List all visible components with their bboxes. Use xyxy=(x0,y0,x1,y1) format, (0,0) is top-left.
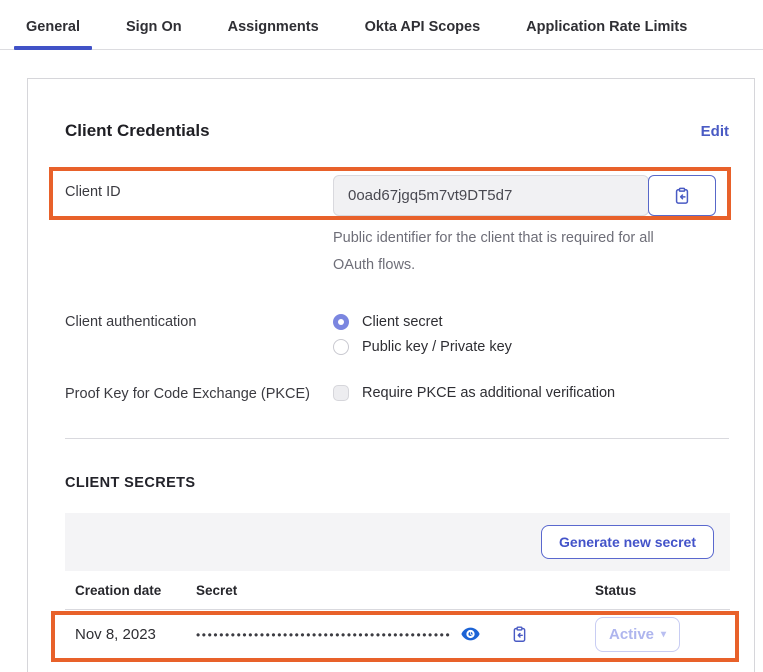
pkce-checkbox-option[interactable]: Require PKCE as additional verification xyxy=(333,385,615,402)
client-authentication-label: Client authentication xyxy=(65,313,333,355)
radio-public-private-key[interactable]: Public key / Private key xyxy=(333,339,512,355)
pkce-label: Proof Key for Code Exchange (PKCE) xyxy=(65,385,333,402)
radio-public-private-key-label: Public key / Private key xyxy=(362,339,512,355)
client-id-help-text: Public identifier for the client that is… xyxy=(333,225,683,279)
chevron-down-icon xyxy=(661,629,666,640)
reveal-secret-button[interactable] xyxy=(461,627,480,641)
edit-link[interactable]: Edit xyxy=(701,123,729,140)
section-divider xyxy=(65,438,729,439)
client-id-input-group xyxy=(333,175,716,216)
checkbox-unchecked-icon[interactable] xyxy=(333,385,349,401)
column-header-status: Status xyxy=(595,583,720,598)
tab-okta-api-scopes[interactable]: Okta API Scopes xyxy=(353,19,493,49)
client-credentials-header: Client Credentials Edit xyxy=(65,121,729,141)
column-header-creation-date: Creation date xyxy=(75,583,196,598)
client-secrets-table: Generate new secret Creation date Secret… xyxy=(65,513,730,660)
status-dropdown-button[interactable]: Active xyxy=(595,617,680,652)
masked-secret-value: ••••••••••••••••••••••••••••••••••••••••… xyxy=(196,629,451,641)
radio-unselected-icon[interactable] xyxy=(333,339,349,355)
client-credentials-title: Client Credentials xyxy=(65,121,210,141)
secret-creation-date: Nov 8, 2023 xyxy=(75,626,196,643)
client-authentication-options: Client secret Public key / Private key xyxy=(333,313,512,355)
radio-client-secret-label: Client secret xyxy=(362,314,443,330)
general-settings-card: Client Credentials Edit Client ID Public… xyxy=(27,78,755,672)
tab-application-rate-limits[interactable]: Application Rate Limits xyxy=(514,19,699,49)
tab-assignments[interactable]: Assignments xyxy=(216,19,331,49)
client-secrets-title: CLIENT SECRETS xyxy=(65,475,729,491)
secrets-table-toolbar: Generate new secret xyxy=(65,513,730,571)
client-id-label: Client ID xyxy=(65,175,333,216)
radio-client-secret[interactable]: Client secret xyxy=(333,314,512,330)
tab-sign-on[interactable]: Sign On xyxy=(114,19,194,49)
eye-icon xyxy=(461,627,480,641)
tab-general[interactable]: General xyxy=(14,19,92,49)
secrets-table-header: Creation date Secret Status xyxy=(65,571,730,610)
copy-client-id-button[interactable] xyxy=(648,175,716,216)
secret-cell: ••••••••••••••••••••••••••••••••••••••••… xyxy=(196,625,595,644)
pkce-checkbox-label: Require PKCE as additional verification xyxy=(362,385,615,401)
copy-secret-button[interactable] xyxy=(510,625,529,644)
radio-selected-icon[interactable] xyxy=(333,314,349,330)
client-id-row: Client ID xyxy=(65,175,729,216)
app-tab-bar: General Sign On Assignments Okta API Sco… xyxy=(0,0,763,50)
secret-status-cell: Active xyxy=(595,617,720,652)
secret-table-row: Nov 8, 2023 ••••••••••••••••••••••••••••… xyxy=(65,610,730,660)
clipboard-copy-icon xyxy=(510,625,529,644)
client-id-input[interactable] xyxy=(333,175,649,216)
client-authentication-row: Client authentication Client secret Publ… xyxy=(65,313,729,355)
column-header-secret: Secret xyxy=(196,583,595,598)
status-label: Active xyxy=(609,626,654,643)
generate-new-secret-button[interactable]: Generate new secret xyxy=(541,525,714,559)
clipboard-copy-icon xyxy=(672,186,692,206)
pkce-row: Proof Key for Code Exchange (PKCE) Requi… xyxy=(65,385,729,402)
